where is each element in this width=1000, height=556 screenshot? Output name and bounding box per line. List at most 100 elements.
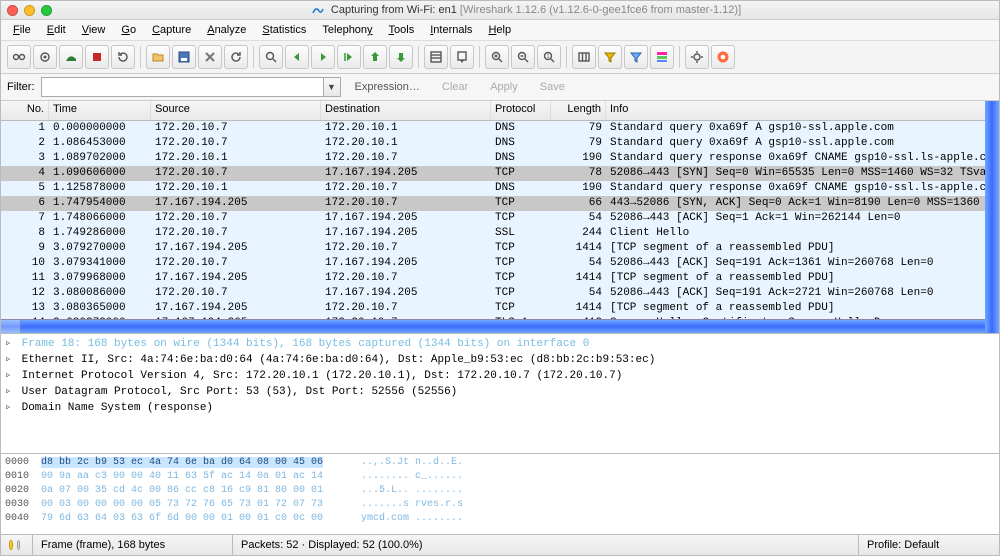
packet-row[interactable]: 41.090606000172.20.10.717.167.194.205TCP… xyxy=(1,166,999,181)
go-last-icon[interactable] xyxy=(389,45,413,69)
packet-list-body[interactable]: 10.000000000172.20.10.7172.20.10.1DNS79S… xyxy=(1,121,999,319)
auto-scroll-icon[interactable] xyxy=(450,45,474,69)
packet-row[interactable]: 103.079341000172.20.10.717.167.194.205TC… xyxy=(1,256,999,271)
minimize-window-icon[interactable] xyxy=(24,5,35,16)
packet-row[interactable]: 71.748066000172.20.10.717.167.194.205TCP… xyxy=(1,211,999,226)
packet-row[interactable]: 21.086453000172.20.10.7172.20.10.1DNS79S… xyxy=(1,136,999,151)
menu-analyze[interactable]: Analyze xyxy=(201,22,252,38)
resize-columns-icon[interactable] xyxy=(572,45,596,69)
packet-list-header[interactable]: No.TimeSourceDestinationProtocolLengthIn… xyxy=(1,101,999,121)
column-header-src[interactable]: Source xyxy=(151,101,321,120)
go-forward-icon[interactable] xyxy=(311,45,335,69)
menu-tools[interactable]: Tools xyxy=(383,22,421,38)
menu-telephony[interactable]: Telephony xyxy=(316,22,378,38)
tree-item[interactable]: ▹ Ethernet II, Src: 4a:74:6e:ba:d0:64 (4… xyxy=(5,352,995,368)
packet-row[interactable]: 123.080086000172.20.10.717.167.194.205TC… xyxy=(1,286,999,301)
status-indicators xyxy=(1,535,33,555)
packet-row[interactable]: 113.07996800017.167.194.205172.20.10.7TC… xyxy=(1,271,999,286)
filter-dropdown-icon[interactable]: ▼ xyxy=(323,77,341,97)
preferences-icon[interactable] xyxy=(685,45,709,69)
clear-button[interactable]: Clear xyxy=(434,79,476,95)
shark-fin-icon[interactable] xyxy=(59,45,83,69)
help-icon[interactable] xyxy=(711,45,735,69)
tree-item[interactable]: ▹ Domain Name System (response) xyxy=(5,400,995,416)
colorize-icon[interactable] xyxy=(424,45,448,69)
stop-capture-icon[interactable] xyxy=(85,45,109,69)
packet-row[interactable]: 93.07927000017.167.194.205172.20.10.7TCP… xyxy=(1,241,999,256)
cell-len: 1414 xyxy=(551,300,606,316)
save-icon[interactable] xyxy=(172,45,196,69)
packet-row[interactable]: 81.749286000172.20.10.717.167.194.205SSL… xyxy=(1,226,999,241)
packet-row[interactable]: 61.74795400017.167.194.205172.20.10.7TCP… xyxy=(1,196,999,211)
zoom-reset-icon[interactable]: 1 xyxy=(537,45,561,69)
column-header-time[interactable]: Time xyxy=(49,101,151,120)
cell-proto: SSL xyxy=(491,225,551,241)
tree-toggle-icon[interactable]: ▹ xyxy=(5,336,15,352)
tree-item[interactable]: ▹ User Datagram Protocol, Src Port: 53 (… xyxy=(5,384,995,400)
reload-icon[interactable] xyxy=(224,45,248,69)
tree-toggle-icon[interactable]: ▹ xyxy=(5,352,15,368)
cell-len: 66 xyxy=(551,195,606,211)
go-jump-icon[interactable] xyxy=(337,45,361,69)
menu-go[interactable]: Go xyxy=(115,22,142,38)
close-window-icon[interactable] xyxy=(7,5,18,16)
cell-no: 13 xyxy=(1,300,49,316)
coloring-rules-icon[interactable] xyxy=(650,45,674,69)
packet-row[interactable]: 133.08036500017.167.194.205172.20.10.7TC… xyxy=(1,301,999,316)
menu-view[interactable]: View xyxy=(76,22,112,38)
scroll-thumb[interactable] xyxy=(1,320,21,333)
status-bar: Frame (frame), 168 bytes Packets: 52 · D… xyxy=(1,534,999,555)
tree-item[interactable]: ▹ Frame 18: 168 bytes on wire (1344 bits… xyxy=(5,336,995,352)
packet-row[interactable]: 51.125878000172.20.10.1172.20.10.7DNS190… xyxy=(1,181,999,196)
tree-toggle-icon[interactable]: ▹ xyxy=(5,368,15,384)
packet-bytes-pane[interactable]: 00000010002000300040 d8 bb 2c b9 53 ec 4… xyxy=(1,454,999,534)
packet-row[interactable]: 10.000000000172.20.10.7172.20.10.1DNS79S… xyxy=(1,121,999,136)
capture-filters-icon[interactable] xyxy=(598,45,622,69)
cell-len: 54 xyxy=(551,255,606,271)
expert-info-icon[interactable] xyxy=(17,540,21,550)
display-filter-input[interactable] xyxy=(41,77,323,97)
close-icon[interactable] xyxy=(198,45,222,69)
save-filter-button[interactable]: Save xyxy=(532,79,573,95)
tree-toggle-icon[interactable]: ▹ xyxy=(5,400,15,416)
zoom-in-icon[interactable] xyxy=(485,45,509,69)
status-profile-seg[interactable]: Profile: Default xyxy=(859,535,999,555)
cell-time: 3.079968000 xyxy=(49,270,151,286)
vertical-scrollbar[interactable] xyxy=(985,101,999,333)
apply-button[interactable]: Apply xyxy=(482,79,526,95)
packet-detail-pane[interactable]: ▹ Frame 18: 168 bytes on wire (1344 bits… xyxy=(1,334,999,454)
go-first-icon[interactable] xyxy=(363,45,387,69)
capture-options-icon[interactable] xyxy=(33,45,57,69)
column-header-no[interactable]: No. xyxy=(1,101,49,120)
cell-info: [TCP segment of a reassembled PDU] xyxy=(606,240,999,256)
menu-capture[interactable]: Capture xyxy=(146,22,197,38)
cell-dst: 172.20.10.1 xyxy=(321,121,491,137)
menu-file[interactable]: File xyxy=(7,22,37,38)
menu-edit[interactable]: Edit xyxy=(41,22,72,38)
open-icon[interactable] xyxy=(146,45,170,69)
zoom-window-icon[interactable] xyxy=(41,5,52,16)
menu-help[interactable]: Help xyxy=(482,22,517,38)
packet-row[interactable]: 31.089702000172.20.10.1172.20.10.7DNS190… xyxy=(1,151,999,166)
menu-internals[interactable]: Internals xyxy=(424,22,478,38)
cell-dst: 17.167.194.205 xyxy=(321,165,491,181)
column-header-len[interactable]: Length xyxy=(551,101,606,120)
display-filters-icon[interactable] xyxy=(624,45,648,69)
go-back-icon[interactable] xyxy=(285,45,309,69)
tree-item[interactable]: ▹ Internet Protocol Version 4, Src: 172.… xyxy=(5,368,995,384)
column-header-info[interactable]: Info xyxy=(606,101,999,120)
capture-running-icon[interactable] xyxy=(9,540,13,550)
column-header-dst[interactable]: Destination xyxy=(321,101,491,120)
interfaces-icon[interactable] xyxy=(7,45,31,69)
expression-button[interactable]: Expression… xyxy=(347,79,428,95)
restart-capture-icon[interactable] xyxy=(111,45,135,69)
find-icon[interactable] xyxy=(259,45,283,69)
horizontal-scrollbar[interactable] xyxy=(1,319,999,333)
tree-toggle-icon[interactable]: ▹ xyxy=(5,384,15,400)
menu-statistics[interactable]: Statistics xyxy=(256,22,312,38)
toolbar: 1 xyxy=(1,41,999,74)
cell-info: 52086→443 [ACK] Seq=1 Ack=1 Win=262144 L… xyxy=(606,210,999,226)
column-header-proto[interactable]: Protocol xyxy=(491,101,551,120)
hex-ascii: ..,.S.Jt n..d..E......... c_.........5.L… xyxy=(361,456,481,532)
zoom-out-icon[interactable] xyxy=(511,45,535,69)
